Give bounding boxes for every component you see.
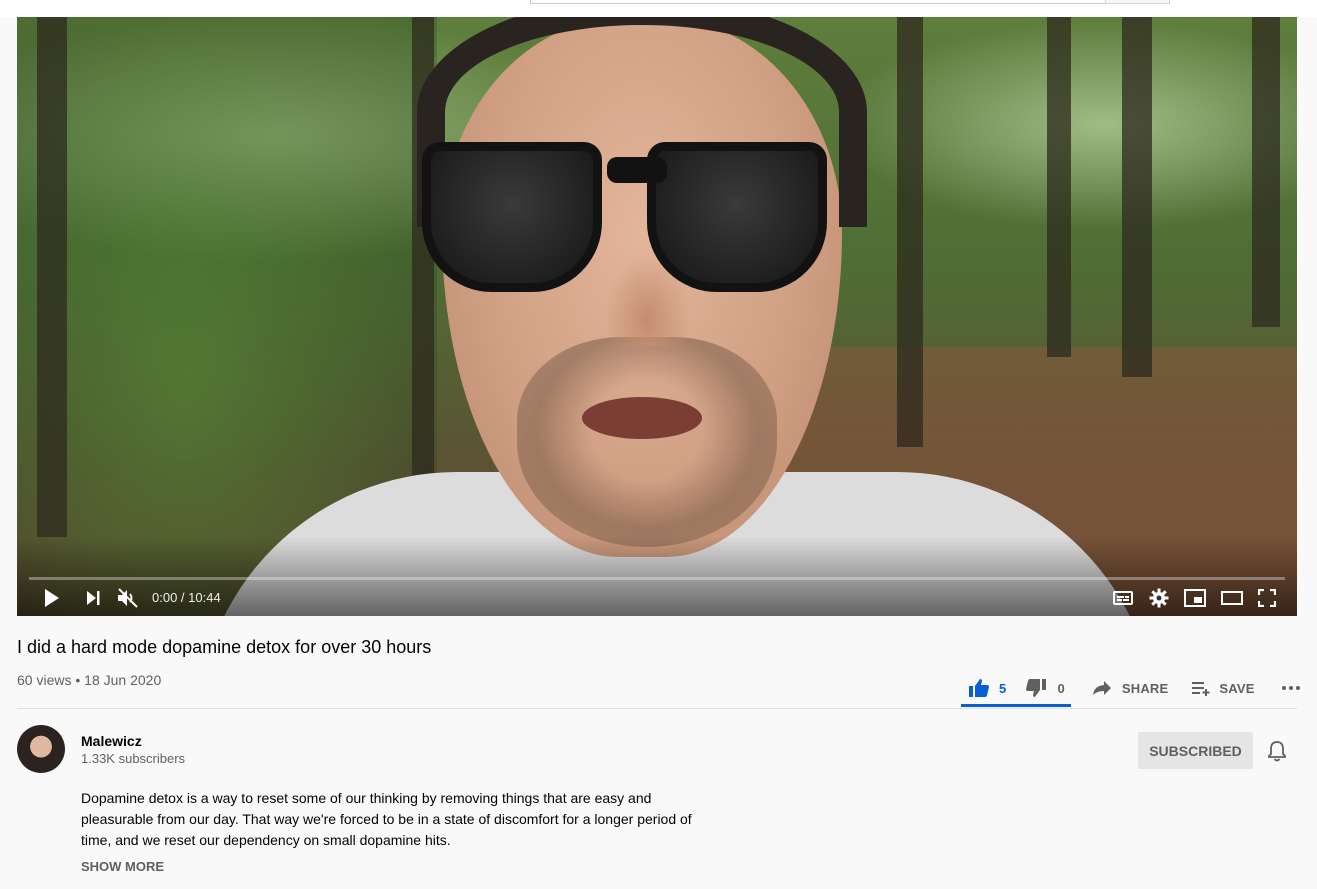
sunglasses-left-lens <box>422 142 602 292</box>
search-input[interactable] <box>530 0 1106 4</box>
fullscreen-button[interactable] <box>1258 585 1276 611</box>
theater-mode-button[interactable] <box>1221 585 1243 611</box>
share-label: SHARE <box>1121 680 1169 696</box>
time-current: 0:00 <box>152 590 178 605</box>
theater-mode-icon <box>1221 591 1243 605</box>
sunglasses-right-lens <box>647 142 827 292</box>
video-frame-trunk <box>1122 17 1152 377</box>
next-icon <box>85 590 101 606</box>
save-label: SAVE <box>1219 680 1255 696</box>
volume-muted-icon <box>117 588 139 608</box>
subtitles-icon <box>1113 590 1133 606</box>
mute-button[interactable] <box>117 585 139 611</box>
thumbs-up-icon <box>968 678 990 698</box>
play-icon <box>43 588 61 608</box>
dislike-count: 0 <box>1057 680 1065 696</box>
channel-avatar[interactable] <box>17 725 65 773</box>
divider <box>17 708 1297 709</box>
video-frame-trunk <box>1252 17 1280 327</box>
miniplayer-button[interactable] <box>1184 585 1206 611</box>
miniplayer-icon <box>1184 589 1206 607</box>
save-button[interactable]: SAVE <box>1191 680 1254 696</box>
like-ratio-fill <box>961 704 1071 707</box>
video-frame-trunk <box>1047 17 1071 357</box>
search-button[interactable] <box>1105 0 1170 4</box>
view-count: 60 views <box>17 672 72 688</box>
subscribe-button[interactable]: SUBSCRIBED <box>1138 732 1253 769</box>
like-button[interactable]: 5 <box>968 678 1006 698</box>
video-description: Dopamine detox is a way to reset some of… <box>81 790 692 848</box>
video-player[interactable]: 0:00 / 10:44 <box>17 17 1297 616</box>
save-playlist-icon <box>1191 680 1211 696</box>
more-icon <box>1281 685 1301 691</box>
time-separator: / <box>177 590 189 605</box>
video-frame-beard <box>517 337 777 547</box>
time-display: 0:00 / 10:44 <box>152 590 221 605</box>
gear-icon <box>1149 588 1169 608</box>
masthead <box>0 0 1317 17</box>
settings-button[interactable] <box>1149 585 1169 611</box>
subscriber-count: 1.33K subscribers <box>81 751 186 766</box>
notification-bell-button[interactable] <box>1267 740 1287 767</box>
progress-bar[interactable] <box>29 577 1285 580</box>
video-meta: 60 views • 18 Jun 2020 <box>17 672 161 688</box>
subtitles-button[interactable] <box>1113 585 1133 611</box>
bell-icon <box>1267 741 1287 766</box>
thumbs-down-icon <box>1025 678 1047 698</box>
play-button[interactable] <box>43 585 61 611</box>
video-frame-trunk <box>897 17 923 447</box>
video-title: I did a hard mode dopamine detox for ove… <box>17 637 432 657</box>
channel-name[interactable]: Malewicz <box>81 733 142 749</box>
like-ratio-bar <box>961 704 1071 707</box>
time-total: 10:44 <box>188 590 221 605</box>
fullscreen-icon <box>1258 589 1276 607</box>
dislike-button[interactable]: 0 <box>1025 678 1065 698</box>
meta-separator: • <box>71 672 85 688</box>
next-button[interactable] <box>85 585 101 611</box>
share-icon <box>1092 680 1112 696</box>
like-count: 5 <box>999 680 1007 696</box>
show-more-button[interactable]: SHOW MORE <box>81 859 164 874</box>
more-actions-button[interactable] <box>1281 685 1301 691</box>
upload-date: 18 Jun 2020 <box>84 672 162 688</box>
share-button[interactable]: SHARE <box>1092 680 1169 696</box>
video-frame-mouth <box>582 397 702 439</box>
video-actions: 5 0 SHARE SAVE <box>961 668 1301 708</box>
sunglasses-bridge <box>607 157 667 183</box>
video-frame-trunk <box>37 17 67 537</box>
